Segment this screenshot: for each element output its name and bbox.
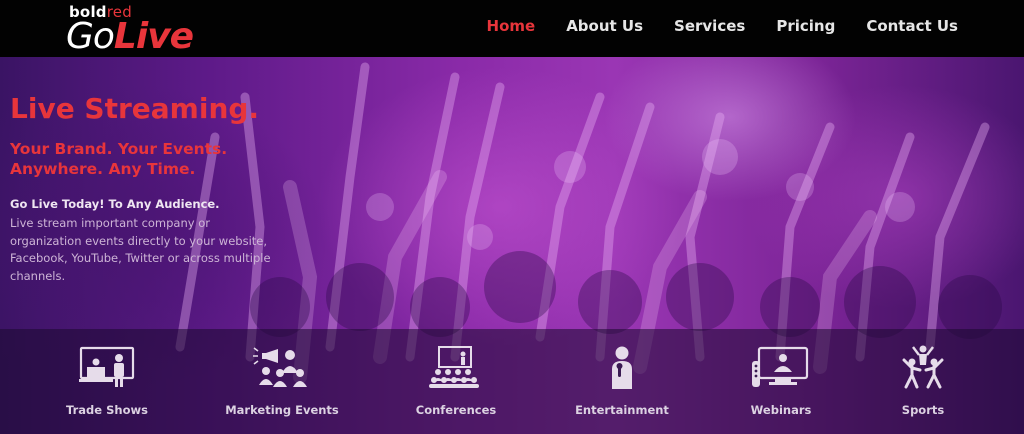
nav-home[interactable]: Home: [487, 16, 536, 38]
service-label: Trade Shows: [66, 403, 148, 417]
conference-audience-icon: [429, 346, 479, 388]
nav-about-us[interactable]: About Us: [566, 16, 643, 38]
hero-headline: Live Streaming.: [10, 92, 260, 125]
cheering-athletes-icon: [902, 345, 944, 389]
service-trade-shows[interactable]: Trade Shows: [32, 329, 182, 434]
trade-show-booth-icon: [79, 346, 135, 387]
hero-subline-2: Anywhere. Any Time.: [10, 160, 196, 178]
service-label: Conferences: [415, 403, 497, 417]
service-label: Marketing Events: [225, 403, 339, 417]
nav-services[interactable]: Services: [674, 16, 745, 38]
nav-contact-us[interactable]: Contact Us: [866, 16, 958, 38]
hero-tagline: Go Live Today! To Any Audience.: [10, 197, 220, 211]
service-conferences[interactable]: Conferences: [381, 329, 531, 434]
logo-live-text: Live: [113, 16, 194, 57]
service-marketing-events[interactable]: Marketing Events: [207, 329, 357, 434]
site-header: boldred GoLive Home About Us Services Pr…: [0, 0, 1024, 57]
nav-pricing[interactable]: Pricing: [776, 16, 835, 38]
webinar-screen-icon: [752, 346, 809, 387]
logo-go-text: Go: [66, 16, 115, 57]
singer-microphone-icon: [612, 346, 632, 389]
service-label: Webinars: [750, 403, 812, 417]
hero-section: Live Streaming. Your Brand. Your Events.…: [0, 57, 1024, 434]
hero-subline-1: Your Brand. Your Events.: [10, 140, 228, 158]
main-nav: Home About Us Services Pricing Contact U…: [487, 16, 958, 38]
service-label: Entertainment: [575, 403, 669, 417]
service-sports[interactable]: Sports: [848, 329, 998, 434]
service-webinars[interactable]: Webinars: [706, 329, 856, 434]
service-label: Sports: [901, 403, 945, 417]
brand-logo[interactable]: boldred GoLive: [66, 4, 211, 56]
megaphone-audience-icon: [253, 347, 307, 387]
service-entertainment[interactable]: Entertainment: [547, 329, 697, 434]
hero-description: Live stream important company or organiz…: [10, 216, 271, 283]
logo-big-text: GoLive: [66, 16, 194, 57]
services-bar: Trade Shows Marketing Events Conferences…: [0, 329, 1024, 434]
